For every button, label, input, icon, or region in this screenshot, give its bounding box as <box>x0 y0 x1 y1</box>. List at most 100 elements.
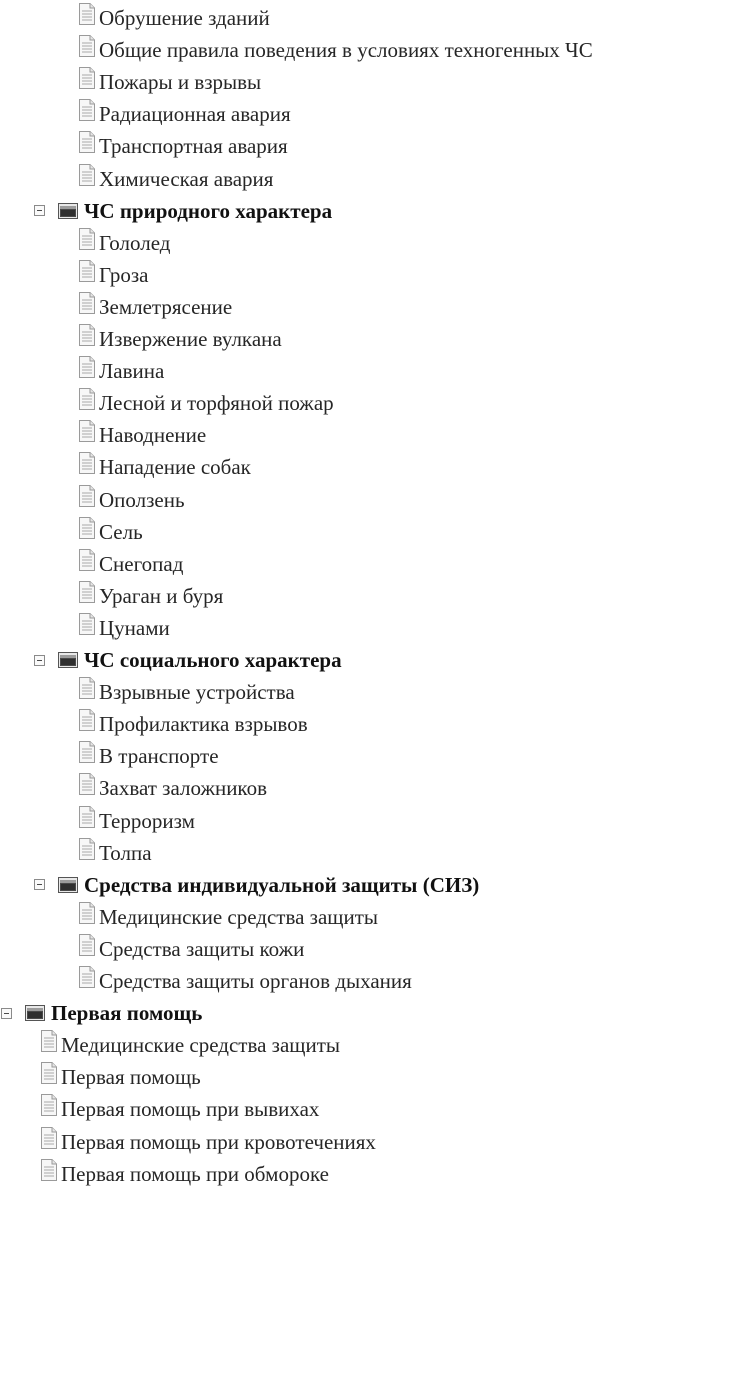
document-icon <box>40 1029 58 1053</box>
tree-item[interactable]: Медицинские средства защиты <box>40 1029 340 1061</box>
tree-item-label[interactable]: Снегопад <box>99 548 183 580</box>
document-icon <box>78 323 96 347</box>
tree-item-label[interactable]: Медицинские средства защиты <box>99 901 378 933</box>
tree-item[interactable]: Пожары и взрывы <box>78 66 261 98</box>
tree-item-label[interactable]: Взрывные устройства <box>99 676 295 708</box>
tree-item[interactable]: В транспорте <box>78 740 219 772</box>
tree-item[interactable]: Взрывные устройства <box>78 676 295 708</box>
document-icon <box>78 901 96 925</box>
document-icon <box>78 355 96 379</box>
tree-item[interactable]: Гололед <box>78 227 170 259</box>
tree-item[interactable]: Сель <box>78 516 143 548</box>
folder-icon <box>58 876 78 893</box>
tree-item[interactable]: Первая помощь <box>40 1061 201 1093</box>
tree-item-label[interactable]: Пожары и взрывы <box>99 66 261 98</box>
tree-item[interactable]: Извержение вулкана <box>78 323 282 355</box>
tree-item[interactable]: Первая помощь при вывихах <box>40 1093 319 1125</box>
tree-item[interactable]: Первая помощь при обмороке <box>40 1158 329 1190</box>
tree-item[interactable]: Профилактика взрывов <box>78 708 308 740</box>
folder-icon <box>25 1005 45 1022</box>
tree-item[interactable]: Средства защиты органов дыхания <box>78 965 412 997</box>
tree-folder-label[interactable]: Первая помощь <box>51 997 202 1029</box>
tree-item[interactable]: Нападение собак <box>78 451 251 483</box>
tree-item-label[interactable]: Первая помощь <box>61 1061 201 1093</box>
collapse-toggle-icon[interactable] <box>34 654 45 666</box>
document-icon <box>78 2 96 26</box>
tree-folder[interactable]: ЧС природного характера <box>34 195 332 227</box>
tree-item[interactable]: Оползень <box>78 484 185 516</box>
tree-item-label[interactable]: Транспортная авария <box>99 130 288 162</box>
document-icon <box>40 1061 58 1085</box>
tree-item-label[interactable]: Первая помощь при кровотечениях <box>61 1126 376 1158</box>
tree-item-label[interactable]: Медицинские средства защиты <box>61 1029 340 1061</box>
tree-item-label[interactable]: Обрушение зданий <box>99 2 270 34</box>
category-tree: Обрушение зданий Общие правила поведения … <box>0 0 732 1390</box>
tree-folder[interactable]: ЧС социального характера <box>34 644 342 676</box>
tree-item-label[interactable]: Захват заложников <box>99 772 267 804</box>
tree-item-label[interactable]: Цунами <box>99 612 170 644</box>
document-icon <box>40 1158 58 1182</box>
tree-item[interactable]: Лесной и торфяной пожар <box>78 387 334 419</box>
tree-folder[interactable]: Средства индивидуальной защиты (СИЗ) <box>34 869 479 901</box>
document-icon <box>78 34 96 58</box>
document-icon <box>78 387 96 411</box>
tree-item-label[interactable]: Гроза <box>99 259 148 291</box>
tree-item-label[interactable]: Гололед <box>99 227 170 259</box>
document-icon <box>78 130 96 154</box>
tree-item[interactable]: Химическая авария <box>78 163 273 195</box>
document-icon <box>78 676 96 700</box>
tree-folder[interactable]: Первая помощь <box>1 997 202 1029</box>
tree-folder-label[interactable]: Средства индивидуальной защиты (СИЗ) <box>84 869 479 901</box>
tree-item-label[interactable]: Профилактика взрывов <box>99 708 308 740</box>
document-icon <box>78 451 96 475</box>
tree-item[interactable]: Наводнение <box>78 419 206 451</box>
document-icon <box>78 805 96 829</box>
tree-item[interactable]: Захват заложников <box>78 772 267 804</box>
tree-item-label[interactable]: В транспорте <box>99 740 219 772</box>
tree-item[interactable]: Радиационная авария <box>78 98 291 130</box>
collapse-toggle-icon[interactable] <box>1 1007 12 1019</box>
tree-item[interactable]: Лавина <box>78 355 164 387</box>
document-icon <box>78 516 96 540</box>
tree-item[interactable]: Снегопад <box>78 548 183 580</box>
tree-item-label[interactable]: Лесной и торфяной пожар <box>99 387 334 419</box>
tree-item-label[interactable]: Ураган и буря <box>99 580 223 612</box>
tree-item[interactable]: Ураган и буря <box>78 580 223 612</box>
tree-item-label[interactable]: Средства защиты органов дыхания <box>99 965 412 997</box>
tree-folder-label[interactable]: ЧС природного характера <box>84 195 332 227</box>
tree-item-label[interactable]: Лавина <box>99 355 164 387</box>
tree-item-label[interactable]: Общие правила поведения в условиях техно… <box>99 34 593 66</box>
tree-item-label[interactable]: Извержение вулкана <box>99 323 282 355</box>
tree-item-label[interactable]: Химическая авария <box>99 163 273 195</box>
tree-item[interactable]: Цунами <box>78 612 170 644</box>
document-icon <box>78 772 96 796</box>
tree-item-label[interactable]: Наводнение <box>99 419 206 451</box>
tree-item[interactable]: Гроза <box>78 259 148 291</box>
collapse-toggle-icon[interactable] <box>34 879 45 891</box>
tree-item[interactable]: Обрушение зданий <box>78 2 270 34</box>
document-icon <box>78 163 96 187</box>
tree-item[interactable]: Транспортная авария <box>78 130 288 162</box>
tree-item[interactable]: Медицинские средства защиты <box>78 901 378 933</box>
tree-item-label[interactable]: Первая помощь при обмороке <box>61 1158 329 1190</box>
tree-item-label[interactable]: Сель <box>99 516 143 548</box>
tree-item-label[interactable]: Первая помощь при вывихах <box>61 1093 319 1125</box>
tree-item[interactable]: Первая помощь при кровотечениях <box>40 1126 376 1158</box>
tree-item[interactable]: Терроризм <box>78 805 195 837</box>
tree-item-label[interactable]: Землетрясение <box>99 291 232 323</box>
tree-item-label[interactable]: Терроризм <box>99 805 195 837</box>
document-icon <box>78 837 96 861</box>
document-icon <box>78 291 96 315</box>
tree-item-label[interactable]: Радиационная авария <box>99 98 291 130</box>
tree-item[interactable]: Землетрясение <box>78 291 232 323</box>
tree-item-label[interactable]: Средства защиты кожи <box>99 933 304 965</box>
tree-folder-label[interactable]: ЧС социального характера <box>84 644 342 676</box>
tree-item-label[interactable]: Оползень <box>99 484 185 516</box>
tree-item[interactable]: Общие правила поведения в условиях техно… <box>78 34 593 66</box>
tree-item-label[interactable]: Нападение собак <box>99 451 251 483</box>
tree-item-label[interactable]: Толпа <box>99 837 152 869</box>
tree-item[interactable]: Средства защиты кожи <box>78 933 304 965</box>
document-icon <box>78 580 96 604</box>
tree-item[interactable]: Толпа <box>78 837 152 869</box>
collapse-toggle-icon[interactable] <box>34 205 45 217</box>
